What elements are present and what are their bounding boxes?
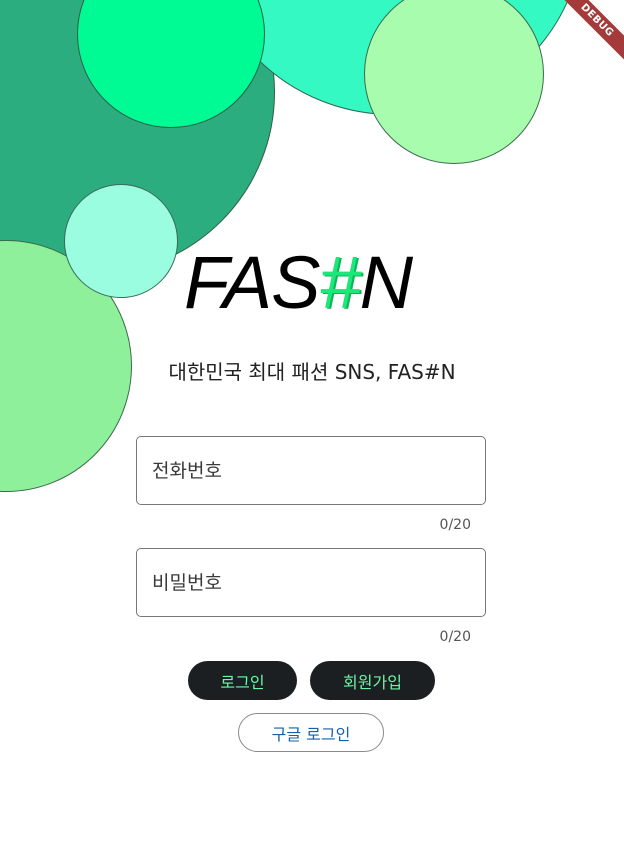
logo-text-fas: FAS xyxy=(184,241,320,324)
login-button[interactable]: 로그인 xyxy=(188,661,297,700)
logo-text-n: N xyxy=(359,241,413,324)
logo-hash: # xyxy=(319,241,360,324)
password-field[interactable] xyxy=(136,548,486,617)
password-char-counter: 0/20 xyxy=(439,629,471,645)
signup-button[interactable]: 회원가입 xyxy=(310,661,435,700)
phone-input[interactable] xyxy=(137,437,485,504)
google-login-button[interactable]: 구글 로그인 xyxy=(238,713,384,752)
decor-bubble-pale-green xyxy=(364,0,544,164)
password-input[interactable] xyxy=(137,549,485,616)
login-screen: DEBUG FAS#N 대한민국 최대 패션 SNS, FAS#N 0/20 0… xyxy=(0,0,624,868)
phone-field[interactable] xyxy=(136,436,486,505)
tagline: 대한민국 최대 패션 SNS, FAS#N xyxy=(168,360,456,384)
decor-bubble-aqua xyxy=(64,184,178,298)
phone-char-counter: 0/20 xyxy=(439,517,471,533)
app-logo: FAS#N xyxy=(184,246,444,320)
